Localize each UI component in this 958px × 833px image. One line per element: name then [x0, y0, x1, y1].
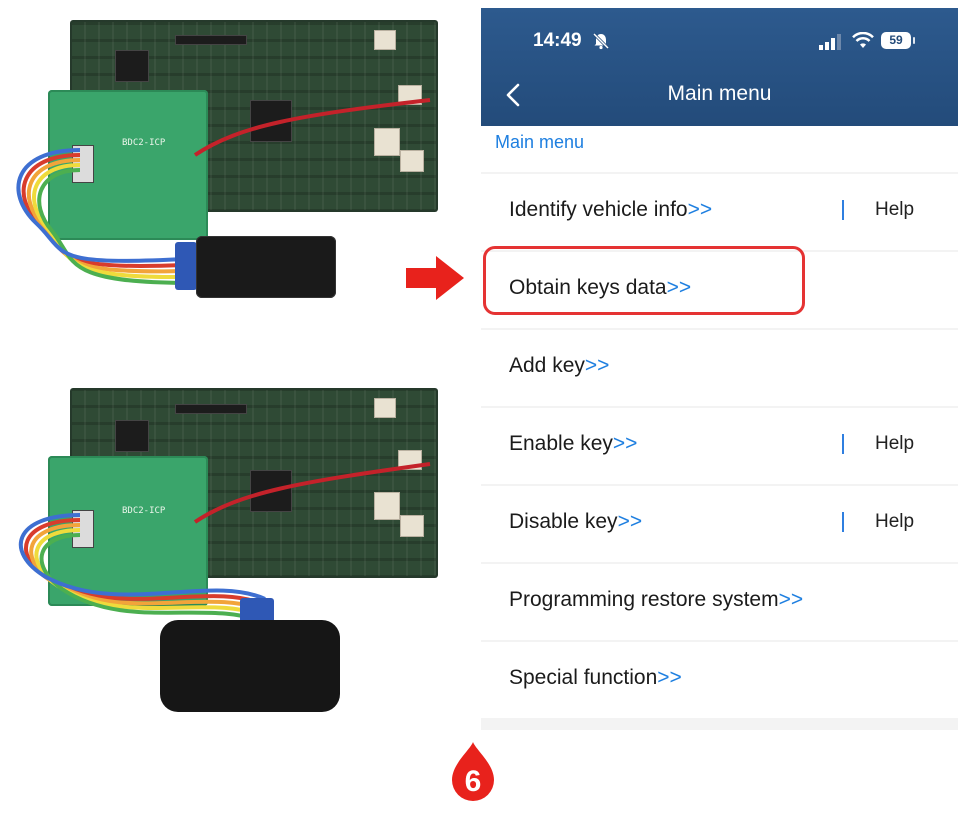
help-link[interactable]: Help: [875, 511, 914, 533]
menu-item-label: Add key>>: [509, 354, 610, 377]
help-divider: [842, 434, 844, 454]
bell-off-icon: [592, 32, 610, 50]
help-link[interactable]: Help: [875, 433, 914, 455]
menu-item-label: Identify vehicle info>>: [509, 198, 713, 221]
signal-icon: [819, 34, 841, 50]
board-chip: [175, 35, 247, 45]
red-wire: [193, 98, 431, 157]
board-chip: [115, 420, 149, 452]
chevron-right-icon: >>: [687, 198, 713, 221]
highlight-frame: [483, 246, 805, 315]
menu-item-label: Disable key>>: [509, 510, 643, 533]
help-divider: [842, 200, 844, 220]
board-chip: [175, 404, 247, 414]
chevron-right-icon: >>: [612, 432, 638, 455]
menu-item-disable-key[interactable]: Disable key>> Help: [481, 486, 958, 562]
arrow-right-icon: [406, 256, 464, 300]
phone-screen: 14:49 59 Main menu Main menu Identify ve…: [481, 8, 958, 730]
menu-item-label: Programming restore system>>: [509, 588, 804, 611]
wifi-icon: [852, 32, 874, 48]
chevron-right-icon: >>: [657, 666, 682, 689]
battery-icon: 59: [881, 32, 911, 49]
menu-item-special-function[interactable]: Special function>>: [481, 642, 958, 718]
board-relay: [374, 30, 396, 50]
breadcrumb[interactable]: Main menu: [495, 132, 584, 153]
chevron-right-icon: >>: [584, 354, 610, 377]
battery-tip: [913, 37, 915, 44]
hardware-photo-acdp-setup: BDC2-ICP: [0, 380, 460, 720]
obd-adapter: [196, 236, 336, 298]
obd-blue-connector: [175, 242, 197, 290]
menu-item-enable-key[interactable]: Enable key>> Help: [481, 408, 958, 484]
chevron-right-icon: >>: [617, 510, 643, 533]
board-relay: [374, 398, 396, 418]
ribbon-cable: [16, 148, 186, 285]
menu-item-label: Enable key>>: [509, 432, 638, 455]
menu-item-add-key[interactable]: Add key>>: [481, 330, 958, 406]
status-time: 14:49: [533, 30, 582, 51]
menu-item-label: Special function>>: [509, 666, 682, 689]
step-badge: 6: [452, 742, 494, 801]
page-title: Main menu: [667, 82, 772, 105]
help-link[interactable]: Help: [875, 199, 914, 221]
menu-item-programming-restore-system[interactable]: Programming restore system>>: [481, 564, 958, 640]
hardware-photo-obd-setup: BDC2-ICP: [0, 0, 460, 320]
step-number: 6: [465, 765, 482, 798]
app-header: 14:49 59 Main menu: [481, 8, 958, 126]
help-divider: [842, 512, 844, 532]
chevron-right-icon: >>: [778, 588, 804, 611]
board-chip: [115, 50, 149, 82]
menu-item-identify-vehicle-info[interactable]: Identify vehicle info>> Help: [481, 174, 958, 250]
acdp-2-device: [160, 620, 340, 712]
